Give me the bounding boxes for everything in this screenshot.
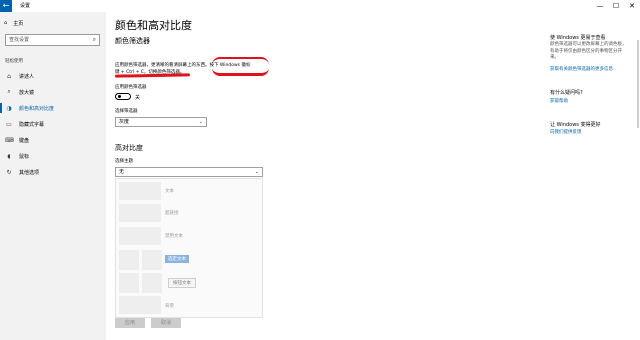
red-annotation-circle xyxy=(212,57,269,76)
preview-selected-text: 选定文本 xyxy=(165,255,189,263)
red-annotation-underline xyxy=(114,73,191,78)
sidebar: ⌂ 主页 ⌕ 轻松使用 ⌂ 讲述人 ⌕ 放大镜 ◑ 颜色和高对比度 ▭ 隐藏式字幕 ⌨ 键盘 ◖ 鼠标… xyxy=(0,12,106,340)
close-button[interactable]: ✕ xyxy=(624,0,640,12)
question-heading: 有什么疑问吗? xyxy=(550,90,583,96)
nav-home[interactable]: ⌂ 主页 xyxy=(4,18,23,28)
disabled-text-swatch[interactable] xyxy=(119,227,161,245)
improve-heading: 让 Windows 变得更好 xyxy=(550,122,601,128)
minimize-button[interactable]: — xyxy=(592,0,608,12)
choose-filter-label: 选择筛选器 xyxy=(115,109,138,114)
page-title: 颜色和高对比度 xyxy=(115,19,192,32)
help-link[interactable]: 获取帮助 xyxy=(550,98,568,104)
sidebar-item-label: 讲述人 xyxy=(19,73,35,80)
color-contrast-icon: ◑ xyxy=(6,104,12,112)
window-title: 设置 xyxy=(20,3,31,9)
narrator-icon: ⌂ xyxy=(7,72,11,80)
high-contrast-heading: 高对比度 xyxy=(115,144,143,152)
updated-heading: 使 Windows 更易于查看 xyxy=(550,35,606,41)
color-filter-toggle[interactable] xyxy=(115,93,131,100)
updated-body: 颜色筛选器可以更改屏幕上的调色板，有助于将仅由颜色区分的事物区分开来。 xyxy=(550,42,627,60)
sidebar-item-0[interactable]: ⌂ 讲述人 xyxy=(0,68,106,84)
selected-text-swatch-a[interactable] xyxy=(119,250,139,270)
theme-select[interactable]: 无 ⌄ xyxy=(115,167,263,177)
search-icon[interactable]: ⌕ xyxy=(93,36,96,44)
sidebar-item-label: 颜色和高对比度 xyxy=(19,105,55,112)
nav-home-label: 主页 xyxy=(13,20,24,27)
choose-theme-label: 选择主题 xyxy=(115,159,133,164)
sidebar-item-2[interactable]: ◑ 颜色和高对比度 xyxy=(0,100,106,116)
button-text-swatch-a[interactable] xyxy=(119,273,139,293)
toggle-knob xyxy=(118,95,121,99)
apply-button[interactable]: 应用 xyxy=(115,318,145,328)
background-swatch[interactable] xyxy=(119,296,161,314)
sidebar-item-3[interactable]: ▭ 隐藏式字幕 xyxy=(0,116,106,132)
preview-button-text: 按钮文本 xyxy=(168,278,196,288)
chevron-down-icon: ⌄ xyxy=(254,169,259,175)
hyperlink-swatch[interactable] xyxy=(119,204,161,222)
sidebar-item-label: 鼠标 xyxy=(19,153,30,160)
search-input[interactable] xyxy=(9,35,89,45)
preview-disabled-text: 禁用文本 xyxy=(165,234,183,239)
closed-captions-icon: ▭ xyxy=(6,120,12,128)
scrollbar[interactable] xyxy=(637,40,639,128)
sidebar-item-6[interactable]: ↻ 其他选项 xyxy=(0,164,106,180)
sidebar-nav: ⌂ 讲述人 ⌕ 放大镜 ◑ 颜色和高对比度 ▭ 隐藏式字幕 ⌨ 键盘 ◖ 鼠标 ↻ 其他选项 xyxy=(0,68,106,180)
apply-filter-label: 应用颜色筛选器 xyxy=(115,85,147,90)
magnifier-icon: ⌕ xyxy=(7,88,11,95)
toggle-state-text: 关 xyxy=(135,95,141,101)
sidebar-item-1[interactable]: ⌕ 放大镜 xyxy=(0,84,106,100)
sidebar-section-title: 轻松使用 xyxy=(5,59,23,64)
color-filter-heading: 颜色筛选器 xyxy=(115,37,150,45)
sidebar-item-label: 键盘 xyxy=(19,137,30,144)
chevron-down-icon: ⌄ xyxy=(198,119,203,125)
search-box[interactable]: ⌕ xyxy=(5,34,100,46)
filter-select[interactable]: 灰度 ⌄ xyxy=(115,117,207,127)
text-swatch[interactable] xyxy=(119,182,161,200)
sidebar-item-label: 隐藏式字幕 xyxy=(19,121,45,128)
keyboard-icon: ⌨ xyxy=(5,136,14,144)
sidebar-item-label: 其他选项 xyxy=(19,169,40,176)
desc-line1a: 应用颜色筛选器，更清晰的看清屏幕上的东西。 xyxy=(115,63,210,68)
title-bar: ← 设置 — ☐ ✕ xyxy=(0,0,640,12)
sidebar-item-label: 放大镜 xyxy=(19,89,35,96)
maximize-button[interactable]: ☐ xyxy=(608,0,624,12)
mouse-icon: ◖ xyxy=(7,152,11,160)
window-controls: — ☐ ✕ xyxy=(592,0,640,12)
cancel-button[interactable]: 取消 xyxy=(151,318,181,328)
theme-select-value: 无 xyxy=(119,169,125,175)
main-content: 颜色和高对比度 颜色筛选器 应用颜色筛选器，更清晰的看清屏幕上的东西。按下 Wi… xyxy=(114,12,535,340)
theme-preview: 文本 超链接 禁用文本 选定文本 按钮文本 背景 xyxy=(115,178,263,318)
preview-background: 背景 xyxy=(165,304,174,309)
other-options-icon: ↻ xyxy=(6,168,12,176)
sidebar-item-4[interactable]: ⌨ 键盘 xyxy=(0,132,106,148)
preview-hyperlink: 超链接 xyxy=(165,211,179,216)
updated-link[interactable]: 获取有关颜色筛选器的更多信息 xyxy=(550,66,613,72)
preview-text: 文本 xyxy=(165,189,174,194)
button-text-swatch-b[interactable] xyxy=(142,273,162,293)
home-icon: ⌂ xyxy=(4,20,8,26)
filter-select-value: 灰度 xyxy=(119,119,130,125)
selected-text-swatch-b[interactable] xyxy=(142,250,162,270)
sidebar-item-5[interactable]: ◖ 鼠标 xyxy=(0,148,106,164)
feedback-link[interactable]: 向我们提供反馈 xyxy=(550,129,582,135)
back-arrow-icon[interactable]: ← xyxy=(0,0,12,12)
